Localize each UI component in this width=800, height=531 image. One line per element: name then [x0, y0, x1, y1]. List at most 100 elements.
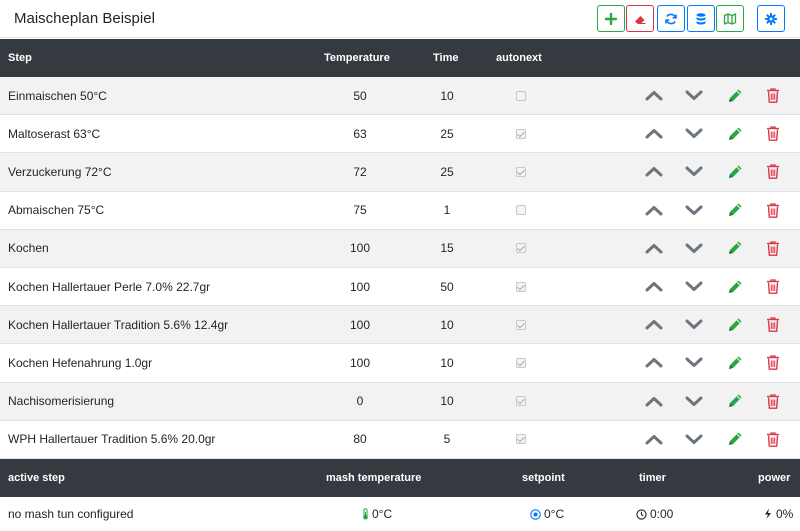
trash-icon — [765, 125, 781, 142]
step-time: 10 — [440, 88, 454, 103]
timer-cell: 0:00 — [636, 497, 673, 531]
move-down-button[interactable] — [683, 153, 705, 190]
delete-button[interactable] — [762, 306, 784, 343]
chevron-down-icon — [685, 281, 703, 292]
power-icon — [765, 508, 771, 519]
table-row: WPH Hallertauer Tradition 5.6% 20.0gr 80… — [0, 420, 800, 459]
edit-button[interactable] — [724, 77, 746, 114]
edit-button[interactable] — [724, 153, 746, 190]
autonext-checkbox[interactable] — [516, 90, 526, 101]
page-header: Maischeplan Beispiel — [0, 0, 800, 38]
add-step-button[interactable] — [597, 5, 625, 32]
autonext-cell — [516, 192, 526, 229]
delete-button[interactable] — [762, 77, 784, 114]
move-down-button[interactable] — [683, 344, 705, 381]
timer-value: 0:00 — [650, 507, 674, 521]
step-temperature: 80 — [353, 432, 367, 447]
autonext-checkbox[interactable] — [516, 166, 526, 177]
autonext-checkbox[interactable] — [516, 243, 526, 254]
step-time: 10 — [440, 394, 454, 409]
chevron-down-icon — [685, 205, 703, 216]
target-icon — [530, 508, 541, 520]
edit-button[interactable] — [724, 268, 746, 305]
step-name: Kochen Hallertauer Tradition 5.6% 12.4gr — [8, 317, 229, 332]
edit-button[interactable] — [724, 192, 746, 229]
autonext-checkbox[interactable] — [516, 319, 526, 330]
delete-button[interactable] — [762, 115, 784, 152]
delete-button[interactable] — [762, 383, 784, 420]
move-down-button[interactable] — [683, 383, 705, 420]
delete-button[interactable] — [762, 421, 784, 458]
move-down-button[interactable] — [683, 192, 705, 229]
step-name: Einmaischen 50°C — [8, 88, 107, 103]
move-up-button[interactable] — [643, 421, 665, 458]
delete-button[interactable] — [762, 192, 784, 229]
trash-icon — [765, 240, 781, 257]
autonext-checkbox[interactable] — [516, 434, 526, 445]
move-down-button[interactable] — [683, 77, 705, 114]
autonext-cell — [516, 230, 526, 267]
column-header-step: Step — [8, 52, 32, 64]
step-temperature: 0 — [356, 394, 364, 409]
move-up-button[interactable] — [643, 77, 665, 114]
pencil-icon — [726, 392, 744, 410]
delete-button[interactable] — [762, 344, 784, 381]
column-header-time: Time — [433, 52, 459, 64]
autonext-cell — [516, 344, 526, 381]
chevron-up-icon — [645, 396, 663, 407]
edit-button[interactable] — [724, 230, 746, 267]
step-time: 50 — [440, 279, 454, 294]
step-name: WPH Hallertauer Tradition 5.6% 20.0gr — [8, 432, 216, 447]
autonext-checkbox[interactable] — [516, 128, 526, 139]
column-header-autonext: autonext — [496, 52, 542, 64]
move-up-button[interactable] — [643, 306, 665, 343]
status-row: no mash tun configured 0°C 0°C 0:00 0% — [0, 497, 800, 531]
pencil-icon — [726, 430, 744, 448]
step-time: 1 — [443, 203, 451, 218]
step-name: Abmaischen 75°C — [8, 203, 105, 218]
steps-table-header: Step Temperature Time autonext — [0, 39, 800, 77]
autonext-cell — [516, 115, 526, 152]
autonext-cell — [516, 421, 526, 458]
move-down-button[interactable] — [683, 230, 705, 267]
autonext-checkbox[interactable] — [516, 396, 526, 407]
refresh-button[interactable] — [657, 5, 685, 32]
edit-button[interactable] — [724, 306, 746, 343]
chevron-down-icon — [685, 434, 703, 445]
clear-button[interactable] — [626, 5, 654, 32]
move-up-button[interactable] — [643, 383, 665, 420]
autonext-checkbox[interactable] — [516, 281, 526, 292]
move-up-button[interactable] — [643, 344, 665, 381]
chevron-up-icon — [645, 357, 663, 368]
move-up-button[interactable] — [643, 192, 665, 229]
move-down-button[interactable] — [683, 268, 705, 305]
delete-button[interactable] — [762, 268, 784, 305]
autonext-checkbox[interactable] — [516, 205, 526, 216]
move-up-button[interactable] — [643, 153, 665, 190]
move-up-button[interactable] — [643, 115, 665, 152]
database-button[interactable] — [687, 5, 715, 32]
column-header-mash-temperature: mash temperature — [326, 472, 422, 484]
pencil-icon — [726, 163, 744, 181]
move-down-button[interactable] — [683, 115, 705, 152]
column-header-temperature: Temperature — [324, 52, 390, 64]
move-up-button[interactable] — [643, 268, 665, 305]
map-button[interactable] — [716, 5, 744, 32]
autonext-checkbox[interactable] — [516, 357, 526, 368]
edit-button[interactable] — [724, 383, 746, 420]
chevron-up-icon — [645, 434, 663, 445]
edit-button[interactable] — [724, 344, 746, 381]
move-up-button[interactable] — [643, 230, 665, 267]
step-temperature: 50 — [353, 88, 367, 103]
trash-icon — [765, 393, 781, 410]
edit-button[interactable] — [724, 115, 746, 152]
delete-button[interactable] — [762, 153, 784, 190]
delete-button[interactable] — [762, 230, 784, 267]
move-down-button[interactable] — [683, 306, 705, 343]
move-down-button[interactable] — [683, 421, 705, 458]
trash-icon — [765, 163, 781, 180]
edit-button[interactable] — [724, 421, 746, 458]
chevron-up-icon — [645, 205, 663, 216]
chevron-up-icon — [645, 319, 663, 330]
settings-button[interactable] — [757, 5, 785, 32]
